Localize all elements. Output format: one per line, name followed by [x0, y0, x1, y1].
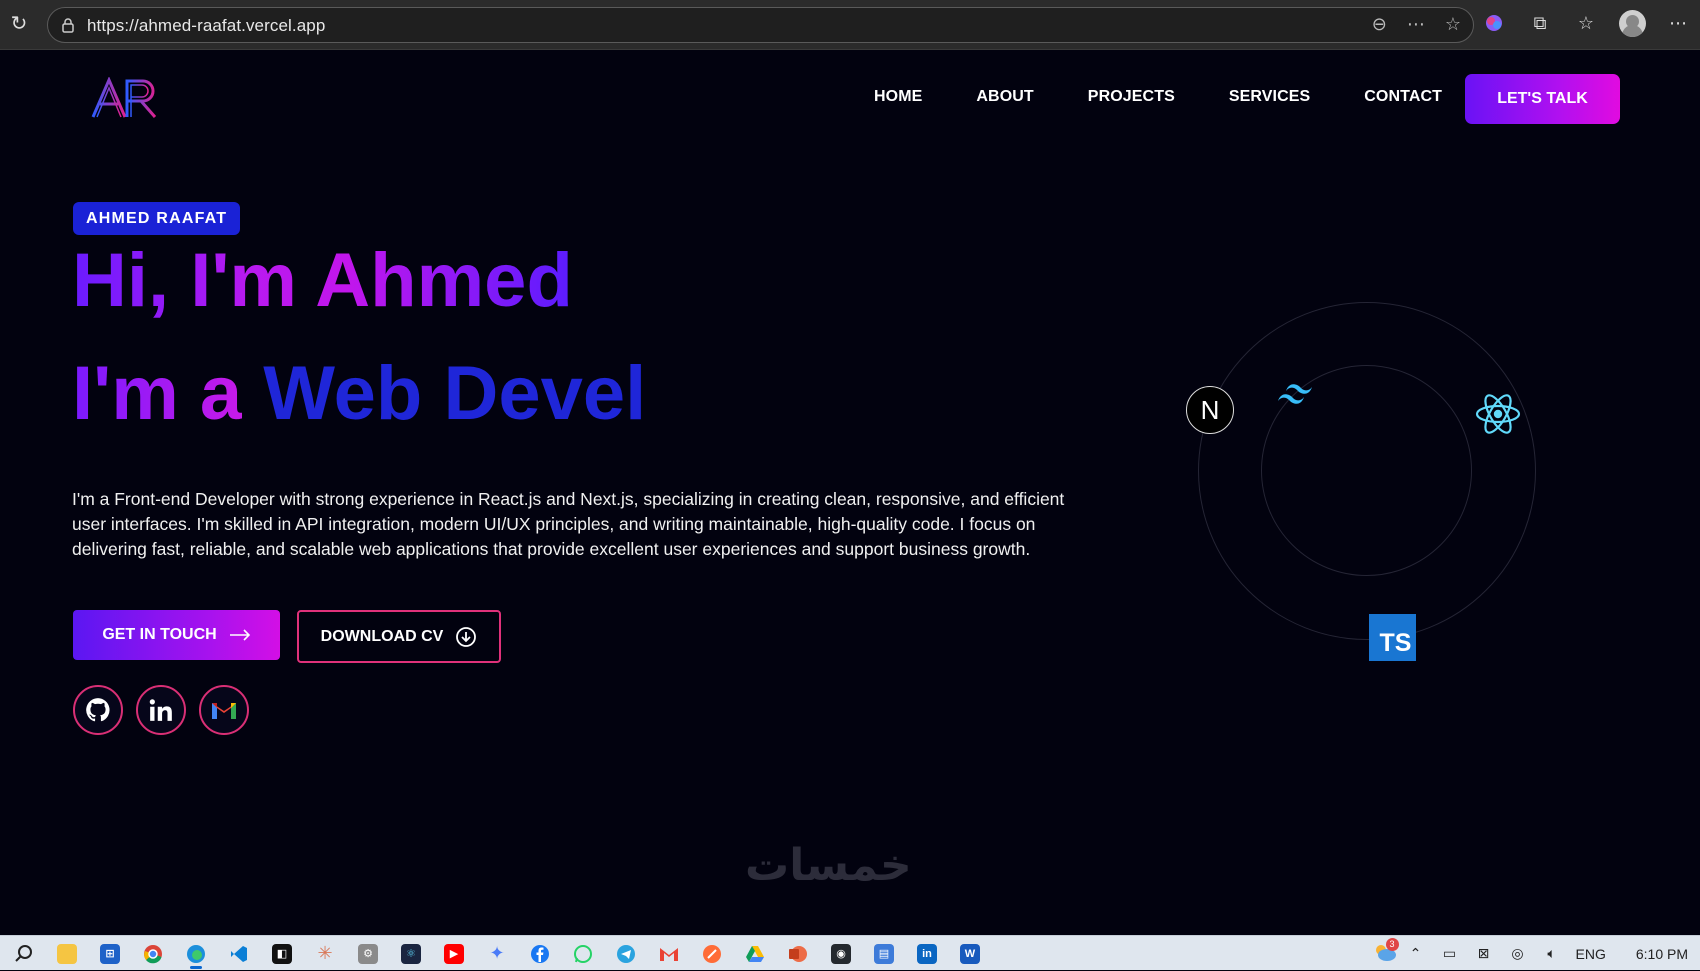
browser-toolbar: ↻ https://ahmed-raafat.vercel.app ⊖ ⋯ ☆ … — [0, 0, 1700, 50]
globe-icon[interactable]: ◎ — [1508, 945, 1528, 962]
main-nav: HOME ABOUT PROJECTS SERVICES CONTACT — [874, 88, 1442, 106]
hero-bio: I'm a Front-end Developer with strong ex… — [72, 489, 1065, 559]
profile-avatar[interactable] — [1618, 8, 1646, 38]
portfolio-page: HOME ABOUT PROJECTS SERVICES CONTACT LET… — [0, 50, 1700, 935]
gmail-icon — [212, 703, 236, 719]
youtube-icon[interactable]: ▶ — [436, 938, 472, 969]
screen-icon[interactable]: ⊠ — [1474, 945, 1494, 962]
word-icon[interactable]: W — [952, 938, 988, 969]
zoom-out-icon[interactable]: ⊖ — [1372, 14, 1387, 35]
arrow-right-icon — [229, 629, 250, 641]
nav-home[interactable]: HOME — [874, 88, 922, 106]
volume-icon[interactable]: 🔈︎ — [1542, 945, 1562, 962]
tailwind-icon — [1274, 379, 1318, 409]
nav-contact[interactable]: CONTACT — [1364, 88, 1442, 106]
postman-icon[interactable] — [694, 938, 730, 969]
edge-icon[interactable] — [178, 938, 214, 969]
download-icon — [456, 626, 477, 647]
telegram-icon[interactable] — [608, 938, 644, 969]
copilot-icon[interactable] — [1480, 8, 1508, 38]
watermark-logo: خمسات — [745, 841, 912, 890]
claude-icon[interactable]: ✳ — [307, 938, 343, 969]
get-in-touch-label: GET IN TOUCH — [102, 626, 217, 643]
url-text[interactable]: https://ahmed-raafat.vercel.app — [87, 16, 325, 36]
notification-count: 3 — [1385, 938, 1399, 951]
github-desktop-icon[interactable]: ◉ — [823, 938, 859, 969]
gmail-link[interactable] — [199, 685, 249, 735]
more-options-icon[interactable]: ⋯ — [1407, 14, 1425, 35]
remote-desktop-icon[interactable]: ▤ — [866, 938, 902, 969]
google-drive-icon[interactable] — [737, 938, 773, 969]
favorite-star-icon[interactable]: ☆ — [1445, 14, 1461, 35]
name-badge: AHMED RAAFAT — [73, 202, 241, 235]
typed-role: Web Devel — [263, 351, 647, 436]
react-devtools-icon[interactable]: ⚛ — [393, 938, 429, 969]
typescript-icon: TS — [1369, 614, 1416, 661]
gmail-app-icon[interactable] — [651, 938, 687, 969]
linkedin-app-icon[interactable]: in — [909, 938, 945, 969]
download-cv-label: DOWNLOAD CV — [320, 627, 444, 645]
camera-icon[interactable]: ▭ — [1440, 945, 1460, 962]
nextjs-icon: N — [1186, 386, 1234, 434]
chrome-icon[interactable] — [135, 938, 171, 969]
get-in-touch-button[interactable]: GET IN TOUCH — [73, 610, 280, 660]
os-taskbar: ⊞ ◧ ✳ ⚙ ⚛ ▶ ✦ ◉ ▤ in W 3 ⌃ ▭ ⊠ ◎ 🔈︎ ENG … — [0, 935, 1700, 970]
lets-talk-button[interactable]: LET'S TALK — [1465, 74, 1620, 124]
settings-app-icon[interactable]: ⚙ — [350, 938, 386, 969]
linkedin-link[interactable] — [136, 685, 186, 735]
hero-subheading: I'm a Web Devel — [72, 349, 646, 439]
typescript-label: TS — [1379, 629, 1412, 657]
gemini-icon[interactable]: ✦ — [479, 938, 515, 969]
powerpoint-icon[interactable] — [780, 938, 816, 969]
address-bar[interactable]: https://ahmed-raafat.vercel.app ⊖ ⋯ ☆ — [47, 7, 1474, 43]
menu-ellipsis-icon[interactable]: ⋯ — [1664, 8, 1692, 38]
nav-services[interactable]: SERVICES — [1229, 88, 1310, 106]
github-icon — [86, 698, 110, 722]
nav-about[interactable]: ABOUT — [976, 88, 1033, 106]
linkedin-icon — [149, 699, 172, 721]
clock-time[interactable]: 6:10 PM — [1636, 946, 1688, 962]
taskbar-search-icon[interactable] — [6, 938, 42, 969]
hero-heading: Hi, I'm Ahmed — [72, 236, 573, 326]
lock-icon[interactable] — [60, 17, 76, 33]
nextjs-label: N — [1200, 394, 1220, 425]
facebook-icon[interactable] — [522, 938, 558, 969]
github-link[interactable] — [73, 685, 123, 735]
capcut-icon[interactable]: ◧ — [264, 938, 300, 969]
site-logo[interactable] — [91, 77, 158, 119]
language-indicator[interactable]: ENG — [1576, 946, 1606, 962]
weather-icon[interactable]: 3 — [1372, 938, 1399, 965]
collections-icon[interactable]: ☆ — [1572, 8, 1600, 38]
chevron-up-icon[interactable]: ⌃ — [1406, 945, 1426, 962]
download-cv-button[interactable]: DOWNLOAD CV — [297, 610, 501, 663]
extensions-icon[interactable]: ⧉ — [1526, 8, 1554, 38]
vscode-icon[interactable] — [221, 938, 257, 969]
react-icon — [1474, 390, 1522, 438]
reload-icon[interactable]: ↻ — [8, 13, 30, 35]
file-explorer-icon[interactable] — [49, 938, 85, 969]
subheading-prefix: I'm a — [72, 351, 243, 436]
ms-store-icon[interactable]: ⊞ — [92, 938, 128, 969]
whatsapp-icon[interactable] — [565, 938, 601, 969]
nav-projects[interactable]: PROJECTS — [1088, 88, 1175, 106]
